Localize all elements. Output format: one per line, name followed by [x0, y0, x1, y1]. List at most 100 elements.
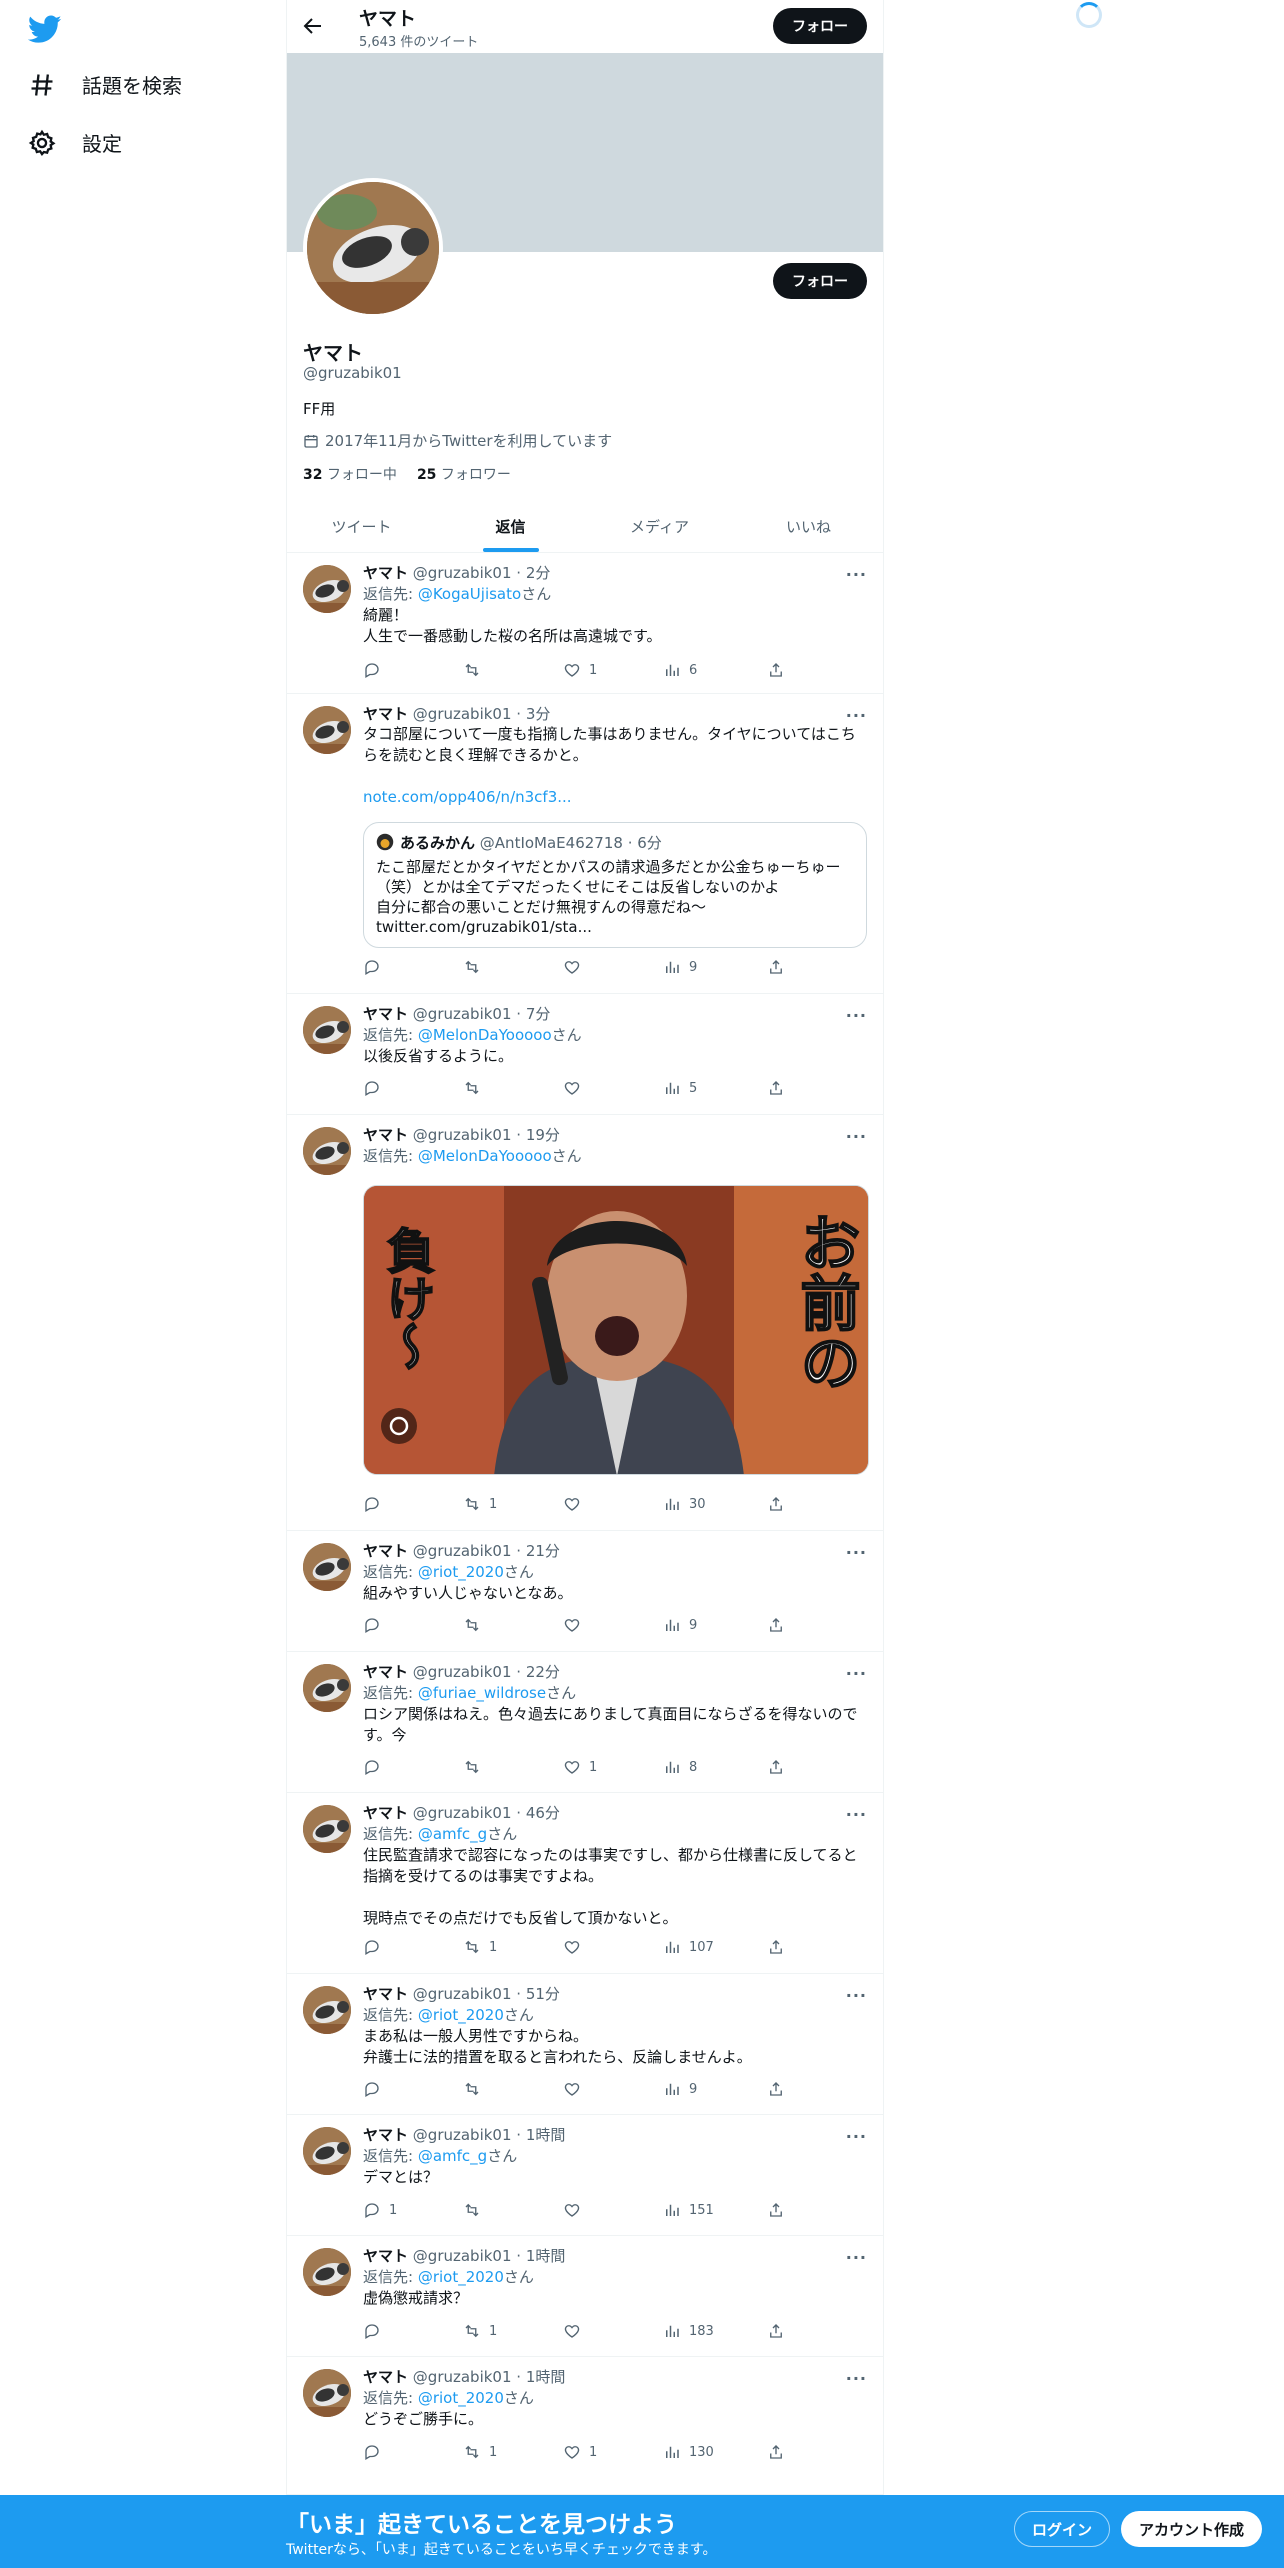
- tweet[interactable]: ··· ヤマト @gruzabik01 · 1時間 返信先: @riot_2020さ…: [287, 2236, 883, 2357]
- tweet[interactable]: ··· ヤマト @gruzabik01 · 51分 返信先: @riot_2020さ…: [287, 1974, 883, 2115]
- tweet[interactable]: ··· ヤマト @gruzabik01 · 19分 返信先: @MelonDaYoo…: [287, 1115, 883, 1531]
- reply-to-link[interactable]: @riot_2020: [418, 2006, 504, 2024]
- tweet-meta[interactable]: @gruzabik01 · 1時間: [413, 2247, 566, 2265]
- views-button[interactable]: 107: [663, 1938, 714, 1956]
- share-button[interactable]: [767, 2080, 785, 2098]
- tweet-avatar[interactable]: [303, 2369, 351, 2417]
- tweet[interactable]: ··· ヤマト @gruzabik01 · 2分 返信先: @KogaUjisato…: [287, 553, 883, 694]
- like-button[interactable]: [563, 2201, 589, 2219]
- reply-to-link[interactable]: @MelonDaYooooo: [418, 1147, 552, 1165]
- tweet-avatar[interactable]: [303, 2127, 351, 2175]
- tweet-avatar[interactable]: [303, 1543, 351, 1591]
- retweet-button[interactable]: 1: [463, 2443, 497, 2461]
- reply-button[interactable]: [363, 1079, 389, 1097]
- tweet-meta[interactable]: @gruzabik01 · 1時間: [413, 2368, 566, 2386]
- tweet-author-name[interactable]: ヤマト: [363, 1542, 408, 1560]
- views-button[interactable]: 30: [663, 1495, 706, 1513]
- views-button[interactable]: 9: [663, 958, 697, 976]
- tweet[interactable]: ··· ヤマト @gruzabik01 · 7分 返信先: @MelonDaYooo…: [287, 994, 883, 1115]
- like-button[interactable]: 1: [563, 661, 597, 679]
- twitter-logo-icon[interactable]: [28, 12, 62, 46]
- tweet-meta[interactable]: @gruzabik01 · 3分: [413, 705, 551, 723]
- tweet-meta[interactable]: @gruzabik01 · 19分: [413, 1126, 560, 1144]
- reply-button[interactable]: [363, 661, 389, 679]
- tweet-author-name[interactable]: ヤマト: [363, 564, 408, 582]
- tweet-author-name[interactable]: ヤマト: [363, 705, 408, 723]
- reply-button[interactable]: [363, 2322, 389, 2340]
- retweet-button[interactable]: 1: [463, 2322, 497, 2340]
- share-button[interactable]: [767, 661, 785, 679]
- tweet[interactable]: ··· ヤマト @gruzabik01 · 22分 返信先: @furiae_wil…: [287, 1652, 883, 1793]
- followers-link[interactable]: 25 フォロワー: [417, 464, 511, 484]
- like-button[interactable]: [563, 1079, 589, 1097]
- like-button[interactable]: 1: [563, 1758, 597, 1776]
- share-button[interactable]: [767, 1079, 785, 1097]
- tweet-author-name[interactable]: ヤマト: [363, 1985, 408, 2003]
- like-button[interactable]: [563, 1938, 589, 1956]
- reply-button[interactable]: [363, 1938, 389, 1956]
- retweet-button[interactable]: [463, 1758, 489, 1776]
- share-button[interactable]: [767, 2322, 785, 2340]
- tab-tweets[interactable]: ツイート: [287, 500, 436, 552]
- tab-likes[interactable]: いいね: [734, 500, 883, 552]
- header-follow-button[interactable]: フォロー: [773, 8, 867, 44]
- views-button[interactable]: 9: [663, 1616, 697, 1634]
- views-button[interactable]: 151: [663, 2201, 714, 2219]
- reply-to-link[interactable]: @KogaUjisato: [418, 585, 521, 603]
- tweet[interactable]: ··· ヤマト @gruzabik01 · 3分 タコ部屋について一度も指摘した事は…: [287, 694, 883, 994]
- share-button[interactable]: [767, 958, 785, 976]
- tweet-meta[interactable]: @gruzabik01 · 22分: [413, 1663, 560, 1681]
- following-link[interactable]: 32 フォロー中: [303, 464, 397, 484]
- views-button[interactable]: 6: [663, 661, 697, 679]
- tweet-avatar[interactable]: [303, 1127, 351, 1175]
- tweet-meta[interactable]: @gruzabik01 · 7分: [413, 1005, 551, 1023]
- like-button[interactable]: 1: [563, 2443, 597, 2461]
- like-button[interactable]: [563, 2322, 589, 2340]
- like-button[interactable]: [563, 958, 589, 976]
- tweet-meta[interactable]: @gruzabik01 · 46分: [413, 1804, 560, 1822]
- login-button[interactable]: ログイン: [1014, 2511, 1110, 2547]
- tweet-meta[interactable]: @gruzabik01 · 2分: [413, 564, 551, 582]
- profile-avatar[interactable]: [303, 178, 443, 318]
- tweet[interactable]: ··· ヤマト @gruzabik01 · 46分 返信先: @amfc_gさん 住民…: [287, 1793, 883, 1974]
- retweet-button[interactable]: [463, 1616, 489, 1634]
- views-button[interactable]: 5: [663, 1079, 697, 1097]
- reply-button[interactable]: [363, 2443, 389, 2461]
- views-button[interactable]: 9: [663, 2080, 697, 2098]
- share-button[interactable]: [767, 1938, 785, 1956]
- tweet-link[interactable]: note.com/opp406/n/n3cf3...: [363, 787, 867, 808]
- share-button[interactable]: [767, 1495, 785, 1513]
- tweet-author-name[interactable]: ヤマト: [363, 1005, 408, 1023]
- tweet-author-name[interactable]: ヤマト: [363, 1663, 408, 1681]
- tweet-avatar[interactable]: [303, 1805, 351, 1853]
- tweet-meta[interactable]: @gruzabik01 · 51分: [413, 1985, 560, 2003]
- tab-replies[interactable]: 返信: [436, 500, 585, 552]
- tweet[interactable]: ··· ヤマト @gruzabik01 · 1時間 返信先: @riot_2020さ…: [287, 2357, 883, 2495]
- retweet-button[interactable]: [463, 958, 489, 976]
- tweet-avatar[interactable]: [303, 2248, 351, 2296]
- views-button[interactable]: 183: [663, 2322, 714, 2340]
- tweet-avatar[interactable]: [303, 1006, 351, 1054]
- profile-follow-button[interactable]: フォロー: [773, 263, 867, 299]
- share-button[interactable]: [767, 1758, 785, 1776]
- views-button[interactable]: 8: [663, 1758, 697, 1776]
- share-button[interactable]: [767, 2201, 785, 2219]
- reply-to-link[interactable]: @amfc_g: [418, 1825, 487, 1843]
- retweet-button[interactable]: 1: [463, 1495, 497, 1513]
- tweet[interactable]: ··· ヤマト @gruzabik01 · 21分 返信先: @riot_2020さ…: [287, 1531, 883, 1652]
- tweet-avatar[interactable]: [303, 565, 351, 613]
- tweet-media-image[interactable]: 負け〜 お前の: [363, 1185, 869, 1475]
- tweet-author-name[interactable]: ヤマト: [363, 2126, 408, 2144]
- nav-explore[interactable]: 話題を検索: [28, 70, 182, 99]
- like-button[interactable]: [563, 1616, 589, 1634]
- reply-button[interactable]: [363, 958, 389, 976]
- tweet-avatar[interactable]: [303, 1664, 351, 1712]
- tab-media[interactable]: メディア: [585, 500, 734, 552]
- tweet-avatar[interactable]: [303, 706, 351, 754]
- tweet-author-name[interactable]: ヤマト: [363, 2247, 408, 2265]
- reply-button[interactable]: [363, 1758, 389, 1776]
- back-arrow-icon[interactable]: [301, 14, 325, 38]
- reply-to-link[interactable]: @furiae_wildrose: [418, 1684, 546, 1702]
- like-button[interactable]: [563, 1495, 589, 1513]
- signup-button[interactable]: アカウント作成: [1121, 2511, 1262, 2547]
